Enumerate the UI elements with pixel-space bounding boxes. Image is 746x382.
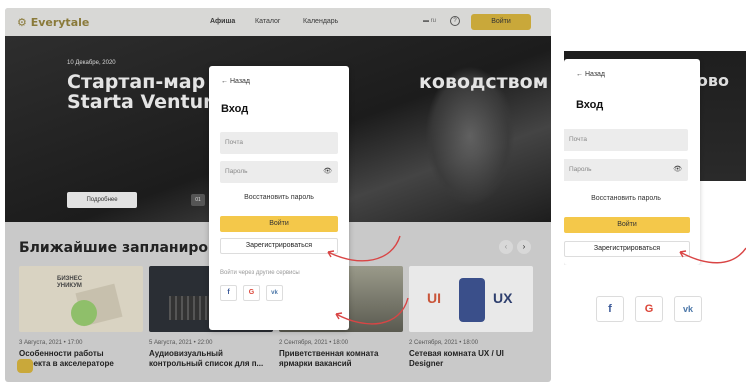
register-button[interactable]: Зарегистрироваться: [564, 241, 690, 257]
event-card-date: 3 Августа, 2021 • 17:00: [19, 340, 83, 346]
event-card-title: Приветственная комната ярмарки вакансий: [279, 349, 379, 368]
chat-icon[interactable]: [17, 359, 33, 373]
hero-slide-badge[interactable]: 01: [191, 194, 205, 206]
restore-password-link[interactable]: Восстановить пароль: [564, 195, 688, 202]
screenshot-stage: ⚙ Everytale Афиша Каталог Календарь ▬ ru…: [0, 0, 746, 382]
hero-title-line1: Стартап-мар: [67, 71, 206, 93]
zoomed-preview: ково ← Назад Вход Почта Пароль 👁 Восстан…: [564, 51, 746, 265]
event-card-title: Особенности работы проекта в акселератор…: [19, 349, 114, 368]
site-logo[interactable]: ⚙ Everytale: [17, 16, 89, 29]
restore-password-link[interactable]: Восстановить пароль: [209, 194, 349, 201]
password-field[interactable]: Пароль 👁: [220, 161, 338, 183]
back-link[interactable]: ← Назад: [576, 71, 605, 78]
top-navbar: ⚙ Everytale Афиша Каталог Календарь ▬ ru…: [5, 8, 551, 36]
password-placeholder: Пароль: [225, 168, 248, 175]
register-button[interactable]: Зарегистрироваться: [220, 238, 338, 254]
vk-icon[interactable]: vk: [266, 285, 283, 301]
nav-calendar[interactable]: Календарь: [303, 18, 338, 25]
google-icon[interactable]: G: [635, 296, 663, 322]
event-card-title: Аудиовизуальный контрольный список для п…: [149, 349, 264, 368]
login-button[interactable]: Войти: [220, 216, 338, 232]
event-card-date: 2 Сентября, 2021 • 18:00: [409, 340, 479, 346]
eye-icon[interactable]: 👁: [673, 159, 682, 181]
google-icon[interactable]: G: [243, 285, 260, 301]
circle-shape: [71, 300, 97, 326]
hero-title-line2: Starta Ventur: [67, 91, 213, 113]
ui-text: UI: [427, 290, 441, 306]
login-button[interactable]: Войти: [564, 217, 690, 233]
back-link[interactable]: ← Назад: [221, 78, 250, 85]
email-field[interactable]: Почта: [564, 129, 688, 151]
header-login-button[interactable]: Войти: [471, 14, 531, 30]
ux-text: UX: [493, 290, 513, 306]
password-field[interactable]: Пароль 👁: [564, 159, 688, 181]
help-icon[interactable]: ?: [450, 16, 460, 26]
event-card-image: UI UX: [409, 266, 533, 332]
facebook-icon[interactable]: f: [220, 285, 237, 301]
vk-icon[interactable]: vk: [674, 296, 702, 322]
login-title: Вход: [576, 99, 604, 111]
event-card[interactable]: UI UX 2 Сентября, 2021 • 18:00 Сетевая к…: [409, 266, 533, 374]
next-arrow-icon[interactable]: ›: [517, 240, 531, 254]
hero-details-button[interactable]: Подробнее: [67, 192, 137, 208]
zoomed-login-modal: ← Назад Вход Почта Пароль 👁 Восстановить…: [564, 59, 700, 265]
login-modal: ← Назад Вход Почта Пароль 👁 Восстановить…: [209, 66, 349, 330]
eye-icon[interactable]: 👁: [323, 161, 332, 183]
phone-shape: [459, 278, 485, 322]
event-card-date: 2 Сентября, 2021 • 18:00: [279, 340, 349, 346]
event-card[interactable]: БИЗНЕС УНИКУМ 3 Августа, 2021 • 17:00 Ос…: [19, 266, 143, 374]
event-card-date: 5 Августа, 2021 • 22:00: [149, 340, 213, 346]
login-title: Вход: [221, 103, 249, 115]
nav-catalog[interactable]: Каталог: [255, 18, 280, 25]
event-card-image: БИЗНЕС УНИКУМ: [19, 266, 143, 332]
password-placeholder: Пароль: [569, 166, 592, 173]
social-label: Войти через другие сервисы: [220, 270, 300, 276]
language-switcher[interactable]: ▬ ru: [423, 18, 436, 24]
hero-date: 10 Декабре, 2020: [67, 60, 116, 66]
facebook-icon[interactable]: f: [596, 296, 624, 322]
prev-arrow-icon[interactable]: ‹: [499, 240, 513, 254]
event-card-image-text: БИЗНЕС УНИКУМ: [57, 276, 83, 289]
email-field[interactable]: Почта: [220, 132, 338, 154]
hero-title-line1-right: ководством: [419, 71, 549, 93]
event-card-title: Сетевая комната UX / UI Designer: [409, 349, 504, 368]
nav-afisha[interactable]: Афиша: [210, 18, 235, 25]
